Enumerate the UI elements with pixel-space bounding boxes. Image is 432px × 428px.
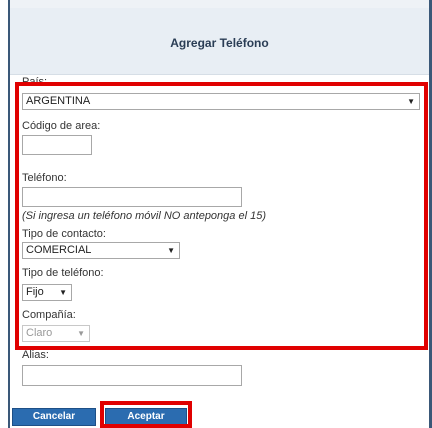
form-highlight-box xyxy=(15,82,428,350)
cancel-button[interactable]: Cancelar xyxy=(12,408,96,426)
dialog-header: Agregar Teléfono xyxy=(10,8,429,75)
alias-label: Alias: xyxy=(22,349,49,361)
window-top-border xyxy=(8,0,432,8)
accept-highlight-box xyxy=(100,401,192,428)
dialog-title: Agregar Teléfono xyxy=(170,36,269,50)
alias-input[interactable] xyxy=(22,365,242,386)
left-strip xyxy=(0,0,8,428)
